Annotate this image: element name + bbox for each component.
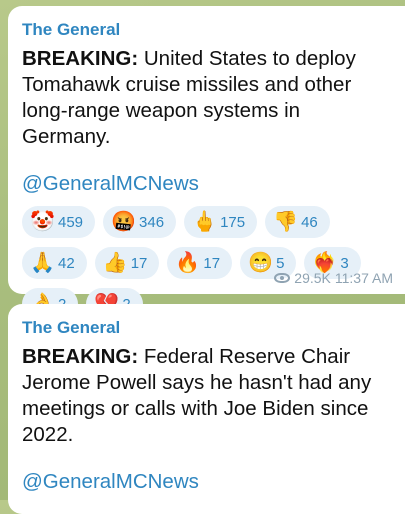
reaction-button[interactable]: 👎 46 <box>265 206 330 238</box>
channel-handle-link[interactable]: @GeneralMCNews <box>22 172 391 196</box>
message-text: BREAKING: Federal Reserve Chair Jerome P… <box>22 344 391 448</box>
view-count: 29.5K <box>294 270 331 286</box>
folded-hands-emoji-icon: 🙏 <box>30 252 55 274</box>
reaction-count: 42 <box>58 254 75 272</box>
reaction-count: 175 <box>220 213 246 231</box>
channel-name[interactable]: The General <box>22 318 391 338</box>
middle-finger-emoji-icon: 🖕 <box>192 211 217 233</box>
channel-name[interactable]: The General <box>22 20 391 40</box>
cursing-face-emoji-icon: 🤬 <box>111 211 136 233</box>
reaction-button[interactable]: 🖕 175 <box>184 206 258 238</box>
channel-handle-link[interactable]: @GeneralMCNews <box>22 470 391 494</box>
message-meta: 29.5K 11:37 AM <box>274 270 393 286</box>
reaction-count: 17 <box>130 254 148 272</box>
views-eye-icon <box>274 273 291 283</box>
reaction-button[interactable]: 🤡 459 <box>22 206 96 238</box>
fire-emoji-icon: 🔥 <box>175 252 201 274</box>
message-bubble[interactable]: The General BREAKING: Federal Reserve Ch… <box>8 304 405 514</box>
reaction-count: 346 <box>139 213 165 231</box>
reaction-count: 5 <box>276 254 285 272</box>
thumbs-up-emoji-icon: 👍 <box>102 252 128 274</box>
reaction-button[interactable]: 🔥 17 <box>167 247 233 279</box>
message-bubble[interactable]: The General BREAKING: United States to d… <box>8 6 405 320</box>
grinning-face-emoji-icon: 😁 <box>248 252 273 274</box>
reactions-bar: 🤡459🤬346🖕175👎46🙏42👍17🔥17😁5❤️‍🔥3👌2💔2 <box>22 206 362 320</box>
reaction-button[interactable]: 🤬 346 <box>103 206 177 238</box>
reaction-count: 3 <box>340 254 349 272</box>
breaking-label: BREAKING: <box>22 47 139 70</box>
thumbs-down-emoji-icon: 👎 <box>273 211 298 233</box>
message-time: 11:37 AM <box>334 270 393 286</box>
message-text: BREAKING: United States to deploy Tomaha… <box>22 46 391 150</box>
reaction-count: 17 <box>203 254 221 272</box>
reaction-button[interactable]: 🙏 42 <box>22 247 87 279</box>
reaction-button[interactable]: 👍 17 <box>94 247 160 279</box>
reaction-count: 46 <box>301 213 318 231</box>
reaction-count: 459 <box>58 213 84 231</box>
breaking-label: BREAKING: <box>22 345 139 368</box>
clown-emoji-icon: 🤡 <box>30 211 55 233</box>
